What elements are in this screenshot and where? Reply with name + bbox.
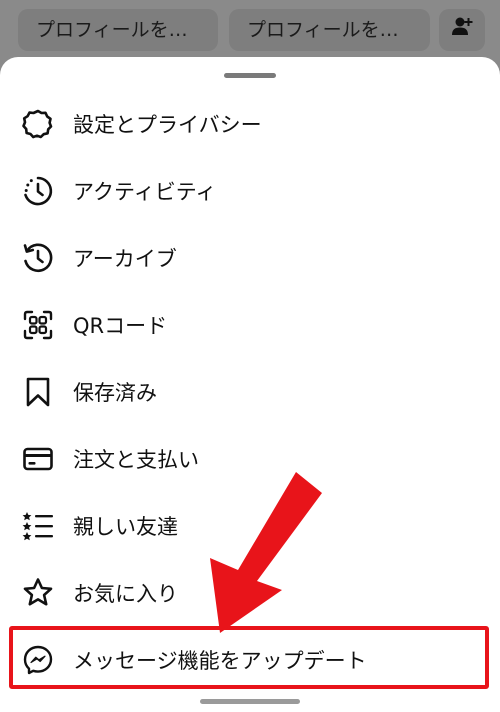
credit-card-icon xyxy=(20,441,56,477)
bottom-sheet-menu: 設定とプライバシー アクティビティ アーカイブ QRコード 保存済み 注文と支払… xyxy=(0,57,500,712)
menu-item-label: お気に入り xyxy=(73,582,178,606)
menu-item-label: 設定とプライバシー xyxy=(73,113,262,137)
person-add-icon xyxy=(451,9,473,51)
menu-item-saved[interactable]: 保存済み xyxy=(0,359,500,425)
menu-item-qr-code[interactable]: QRコード xyxy=(0,292,500,358)
qr-code-icon xyxy=(20,307,56,343)
menu-item-close-friends[interactable]: 親しい友達 xyxy=(0,493,500,559)
sheet-drag-handle[interactable] xyxy=(224,73,276,78)
menu-item-archive[interactable]: アーカイブ xyxy=(0,225,500,291)
menu-item-label: 保存済み xyxy=(73,381,157,405)
menu-item-activity[interactable]: アクティビティ xyxy=(0,158,500,224)
menu-item-label: 注文と支払い xyxy=(73,448,199,472)
share-profile-button[interactable]: プロフィールを… xyxy=(229,9,430,51)
activity-clock-icon xyxy=(20,173,56,209)
star-icon xyxy=(20,575,56,611)
highlight-box xyxy=(9,626,489,689)
archive-history-icon xyxy=(20,240,56,276)
edit-profile-button[interactable]: プロフィールを… xyxy=(18,9,218,51)
menu-item-label: 親しい友達 xyxy=(73,515,178,539)
bookmark-icon xyxy=(20,374,56,410)
settings-gear-icon xyxy=(20,106,56,142)
add-person-button[interactable] xyxy=(439,9,485,51)
menu-item-label: アクティビティ xyxy=(73,180,217,204)
menu-item-settings-privacy[interactable]: 設定とプライバシー xyxy=(0,91,500,157)
menu-item-orders-payments[interactable]: 注文と支払い xyxy=(0,426,500,492)
menu-item-label: アーカイブ xyxy=(73,247,177,271)
menu-item-favorites[interactable]: お気に入り xyxy=(0,560,500,626)
menu-item-label: QRコード xyxy=(73,314,168,338)
close-friends-list-icon xyxy=(20,508,56,544)
home-indicator xyxy=(200,699,300,704)
